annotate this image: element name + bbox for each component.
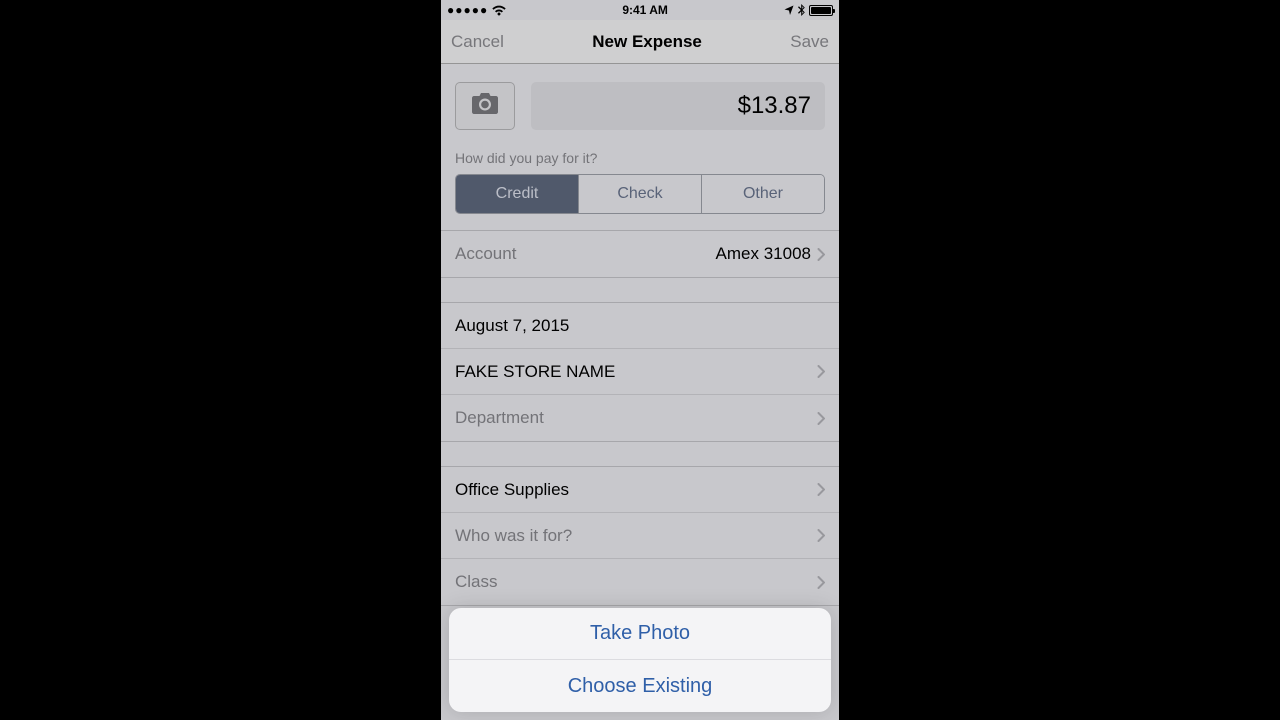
choose-existing-option[interactable]: Choose Existing bbox=[449, 660, 831, 712]
take-photo-option[interactable]: Take Photo bbox=[449, 608, 831, 660]
chevron-right-icon bbox=[817, 576, 825, 589]
amount-value: $13.87 bbox=[738, 92, 811, 120]
chevron-right-icon bbox=[817, 365, 825, 378]
date-value: August 7, 2015 bbox=[455, 316, 569, 336]
status-time: 9:41 AM bbox=[622, 3, 668, 17]
chevron-right-icon bbox=[817, 483, 825, 496]
add-photo-button[interactable] bbox=[455, 82, 515, 130]
signal-dots: ●●●●● bbox=[447, 3, 488, 17]
store-row[interactable]: FAKE STORE NAME bbox=[441, 349, 839, 395]
class-row[interactable]: Class bbox=[441, 559, 839, 605]
segment-other[interactable]: Other bbox=[702, 175, 824, 213]
battery-icon bbox=[809, 5, 833, 16]
account-value: Amex 31008 bbox=[716, 244, 811, 264]
status-bar: ●●●●● 9:41 AM bbox=[441, 0, 839, 20]
payment-method-label: How did you pay for it? bbox=[441, 144, 839, 174]
department-row[interactable]: Department bbox=[441, 395, 839, 441]
class-label: Class bbox=[455, 572, 498, 592]
wifi-icon bbox=[492, 5, 506, 16]
who-row[interactable]: Who was it for? bbox=[441, 513, 839, 559]
category-value: Office Supplies bbox=[455, 480, 569, 500]
phone-frame: ●●●●● 9:41 AM Cancel New Expense Save bbox=[441, 0, 839, 720]
category-row[interactable]: Office Supplies bbox=[441, 467, 839, 513]
amount-input[interactable]: $13.87 bbox=[531, 82, 825, 130]
nav-bar: Cancel New Expense Save bbox=[441, 20, 839, 64]
segment-credit[interactable]: Credit bbox=[456, 175, 579, 213]
chevron-right-icon bbox=[817, 412, 825, 425]
store-value: FAKE STORE NAME bbox=[455, 362, 615, 382]
location-icon bbox=[784, 5, 794, 15]
chevron-right-icon bbox=[817, 248, 825, 261]
photo-action-sheet: Take Photo Choose Existing bbox=[449, 608, 831, 720]
segment-check[interactable]: Check bbox=[579, 175, 702, 213]
date-row[interactable]: August 7, 2015 bbox=[441, 303, 839, 349]
bluetooth-icon bbox=[798, 4, 805, 16]
chevron-right-icon bbox=[817, 529, 825, 542]
camera-icon bbox=[470, 92, 500, 121]
who-label: Who was it for? bbox=[455, 526, 572, 546]
account-row[interactable]: Account Amex 31008 bbox=[441, 231, 839, 277]
save-button[interactable]: Save bbox=[790, 32, 829, 52]
department-label: Department bbox=[455, 408, 544, 428]
cancel-button[interactable]: Cancel bbox=[451, 32, 504, 52]
page-title: New Expense bbox=[592, 32, 702, 52]
payment-segment: Credit Check Other bbox=[455, 174, 825, 214]
account-label: Account bbox=[455, 244, 516, 264]
